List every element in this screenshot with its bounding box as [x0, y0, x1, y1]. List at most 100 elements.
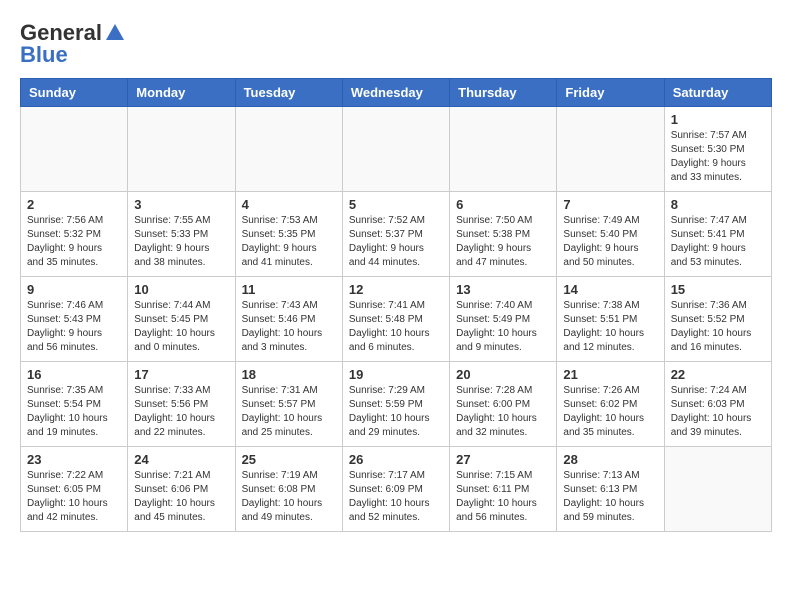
- calendar-day-cell: [342, 107, 449, 192]
- day-number: 22: [671, 367, 765, 382]
- calendar-week-row: 2 Sunrise: 7:56 AMSunset: 5:32 PMDaylight…: [21, 192, 772, 277]
- calendar-week-row: 9 Sunrise: 7:46 AMSunset: 5:43 PMDaylight…: [21, 277, 772, 362]
- day-info: Sunrise: 7:24 AMSunset: 6:03 PMDaylight:…: [671, 384, 765, 440]
- day-info: Sunrise: 7:40 AMSunset: 5:49 PMDaylight:…: [456, 299, 550, 355]
- day-number: 9: [27, 282, 121, 297]
- day-number: 6: [456, 197, 550, 212]
- day-number: 4: [242, 197, 336, 212]
- calendar-day-cell: 8 Sunrise: 7:47 AMSunset: 5:41 PMDaylight…: [664, 192, 771, 277]
- logo: General Blue: [20, 20, 126, 68]
- calendar-day-cell: 13 Sunrise: 7:40 AMSunset: 5:49 PMDayligh…: [450, 277, 557, 362]
- weekday-header: Monday: [128, 79, 235, 107]
- day-number: 2: [27, 197, 121, 212]
- day-info: Sunrise: 7:26 AMSunset: 6:02 PMDaylight:…: [563, 384, 657, 440]
- day-number: 10: [134, 282, 228, 297]
- calendar-day-cell: 4Sunrise: 7:53 AMSunset: 5:35 PMDaylight…: [235, 192, 342, 277]
- calendar-day-cell: 2 Sunrise: 7:56 AMSunset: 5:32 PMDaylight…: [21, 192, 128, 277]
- day-info: Sunrise: 7:28 AMSunset: 6:00 PMDaylight:…: [456, 384, 550, 440]
- weekday-header: Sunday: [21, 79, 128, 107]
- day-number: 24: [134, 452, 228, 467]
- calendar-day-cell: 25 Sunrise: 7:19 AMSunset: 6:08 PMDayligh…: [235, 447, 342, 532]
- weekday-header: Wednesday: [342, 79, 449, 107]
- calendar-day-cell: 6 Sunrise: 7:50 AMSunset: 5:38 PMDaylight…: [450, 192, 557, 277]
- calendar-day-cell: 22 Sunrise: 7:24 AMSunset: 6:03 PMDayligh…: [664, 362, 771, 447]
- calendar-day-cell: 24 Sunrise: 7:21 AMSunset: 6:06 PMDayligh…: [128, 447, 235, 532]
- day-info: Sunrise: 7:57 AMSunset: 5:30 PMDaylight:…: [671, 129, 765, 185]
- calendar-day-cell: 17Sunrise: 7:33 AMSunset: 5:56 PMDayligh…: [128, 362, 235, 447]
- calendar-day-cell: 20Sunrise: 7:28 AMSunset: 6:00 PMDayligh…: [450, 362, 557, 447]
- day-info: Sunrise: 7:17 AMSunset: 6:09 PMDaylight:…: [349, 469, 443, 525]
- day-number: 18: [242, 367, 336, 382]
- calendar-day-cell: [664, 447, 771, 532]
- day-info: Sunrise: 7:46 AMSunset: 5:43 PMDaylight:…: [27, 299, 121, 355]
- day-number: 13: [456, 282, 550, 297]
- calendar-day-cell: 3 Sunrise: 7:55 AMSunset: 5:33 PMDaylight…: [128, 192, 235, 277]
- day-number: 3: [134, 197, 228, 212]
- calendar-day-cell: 27 Sunrise: 7:15 AMSunset: 6:11 PMDayligh…: [450, 447, 557, 532]
- calendar-day-cell: 18 Sunrise: 7:31 AMSunset: 5:57 PMDayligh…: [235, 362, 342, 447]
- calendar-day-cell: 11Sunrise: 7:43 AMSunset: 5:46 PMDayligh…: [235, 277, 342, 362]
- weekday-header: Friday: [557, 79, 664, 107]
- day-number: 12: [349, 282, 443, 297]
- day-info: Sunrise: 7:44 AMSunset: 5:45 PMDaylight:…: [134, 299, 228, 355]
- calendar-day-cell: 28 Sunrise: 7:13 AMSunset: 6:13 PMDayligh…: [557, 447, 664, 532]
- day-info: Sunrise: 7:15 AMSunset: 6:11 PMDaylight:…: [456, 469, 550, 525]
- day-number: 27: [456, 452, 550, 467]
- calendar-day-cell: 16 Sunrise: 7:35 AMSunset: 5:54 PMDayligh…: [21, 362, 128, 447]
- calendar-day-cell: [235, 107, 342, 192]
- calendar-day-cell: 5 Sunrise: 7:52 AMSunset: 5:37 PMDaylight…: [342, 192, 449, 277]
- day-info: Sunrise: 7:19 AMSunset: 6:08 PMDaylight:…: [242, 469, 336, 525]
- day-number: 5: [349, 197, 443, 212]
- day-info: Sunrise: 7:36 AMSunset: 5:52 PMDaylight:…: [671, 299, 765, 355]
- calendar-week-row: 23 Sunrise: 7:22 AMSunset: 6:05 PMDayligh…: [21, 447, 772, 532]
- day-number: 19: [349, 367, 443, 382]
- day-info: Sunrise: 7:52 AMSunset: 5:37 PMDaylight:…: [349, 214, 443, 270]
- day-number: 25: [242, 452, 336, 467]
- day-number: 8: [671, 197, 765, 212]
- calendar-table: SundayMondayTuesdayWednesdayThursdayFrid…: [20, 78, 772, 532]
- calendar-day-cell: 23 Sunrise: 7:22 AMSunset: 6:05 PMDayligh…: [21, 447, 128, 532]
- day-info: Sunrise: 7:31 AMSunset: 5:57 PMDaylight:…: [242, 384, 336, 440]
- logo-icon: [104, 22, 126, 44]
- weekday-header: Thursday: [450, 79, 557, 107]
- day-info: Sunrise: 7:38 AMSunset: 5:51 PMDaylight:…: [563, 299, 657, 355]
- day-info: Sunrise: 7:13 AMSunset: 6:13 PMDaylight:…: [563, 469, 657, 525]
- calendar-day-cell: [450, 107, 557, 192]
- calendar-day-cell: [21, 107, 128, 192]
- day-number: 16: [27, 367, 121, 382]
- day-number: 1: [671, 112, 765, 127]
- day-info: Sunrise: 7:21 AMSunset: 6:06 PMDaylight:…: [134, 469, 228, 525]
- logo-blue: Blue: [20, 42, 68, 68]
- day-info: Sunrise: 7:47 AMSunset: 5:41 PMDaylight:…: [671, 214, 765, 270]
- calendar-day-cell: [128, 107, 235, 192]
- day-number: 28: [563, 452, 657, 467]
- calendar-day-cell: [557, 107, 664, 192]
- day-info: Sunrise: 7:56 AMSunset: 5:32 PMDaylight:…: [27, 214, 121, 270]
- day-info: Sunrise: 7:35 AMSunset: 5:54 PMDaylight:…: [27, 384, 121, 440]
- day-number: 15: [671, 282, 765, 297]
- day-info: Sunrise: 7:22 AMSunset: 6:05 PMDaylight:…: [27, 469, 121, 525]
- calendar-day-cell: 12 Sunrise: 7:41 AMSunset: 5:48 PMDayligh…: [342, 277, 449, 362]
- weekday-header: Tuesday: [235, 79, 342, 107]
- calendar-header-row: SundayMondayTuesdayWednesdayThursdayFrid…: [21, 79, 772, 107]
- day-info: Sunrise: 7:41 AMSunset: 5:48 PMDaylight:…: [349, 299, 443, 355]
- calendar-week-row: 1 Sunrise: 7:57 AMSunset: 5:30 PMDaylight…: [21, 107, 772, 192]
- day-number: 14: [563, 282, 657, 297]
- calendar-day-cell: 1 Sunrise: 7:57 AMSunset: 5:30 PMDaylight…: [664, 107, 771, 192]
- calendar-day-cell: 19 Sunrise: 7:29 AMSunset: 5:59 PMDayligh…: [342, 362, 449, 447]
- day-info: Sunrise: 7:43 AMSunset: 5:46 PMDaylight:…: [242, 299, 336, 355]
- page-header: General Blue: [20, 20, 772, 68]
- day-info: Sunrise: 7:29 AMSunset: 5:59 PMDaylight:…: [349, 384, 443, 440]
- calendar-day-cell: 9 Sunrise: 7:46 AMSunset: 5:43 PMDaylight…: [21, 277, 128, 362]
- weekday-header: Saturday: [664, 79, 771, 107]
- day-number: 23: [27, 452, 121, 467]
- day-info: Sunrise: 7:50 AMSunset: 5:38 PMDaylight:…: [456, 214, 550, 270]
- day-number: 26: [349, 452, 443, 467]
- day-info: Sunrise: 7:49 AMSunset: 5:40 PMDaylight:…: [563, 214, 657, 270]
- day-info: Sunrise: 7:55 AMSunset: 5:33 PMDaylight:…: [134, 214, 228, 270]
- day-number: 7: [563, 197, 657, 212]
- calendar-day-cell: 14 Sunrise: 7:38 AMSunset: 5:51 PMDayligh…: [557, 277, 664, 362]
- calendar-week-row: 16 Sunrise: 7:35 AMSunset: 5:54 PMDayligh…: [21, 362, 772, 447]
- calendar-day-cell: 26 Sunrise: 7:17 AMSunset: 6:09 PMDayligh…: [342, 447, 449, 532]
- calendar-day-cell: 10 Sunrise: 7:44 AMSunset: 5:45 PMDayligh…: [128, 277, 235, 362]
